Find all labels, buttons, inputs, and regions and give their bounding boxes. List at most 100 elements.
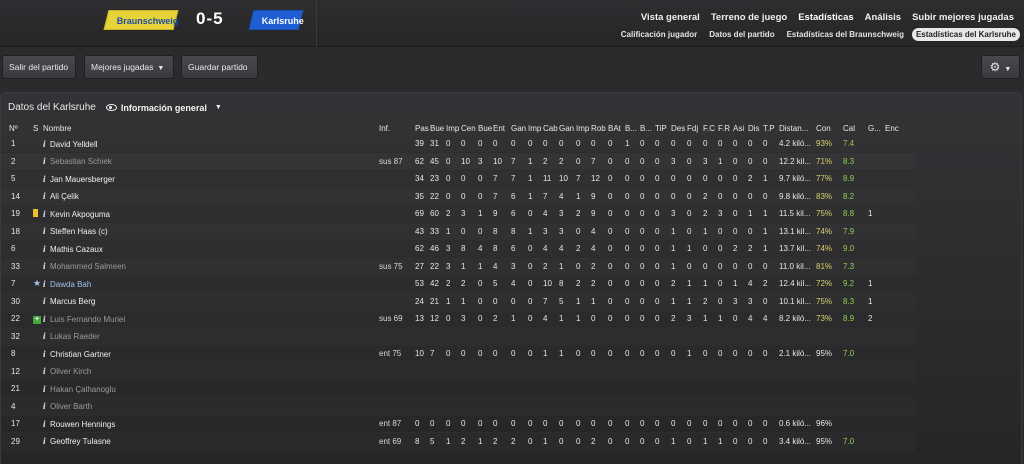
info-icon[interactable]: i (43, 279, 46, 289)
column-header[interactable]: Con (816, 121, 843, 135)
column-header[interactable]: Enc (885, 121, 915, 135)
player-name-cell[interactable]: i Oliver Kirch (43, 363, 379, 381)
column-header[interactable]: TiP (655, 121, 671, 135)
view-selector[interactable]: Información general ▼ (105, 103, 222, 113)
column-header[interactable]: B... (625, 121, 640, 135)
column-header[interactable]: Rob (591, 121, 608, 135)
settings-button[interactable]: ⚙ ▼ (981, 55, 1020, 79)
player-name-cell[interactable]: i Luis Fernando Muriel (43, 310, 379, 328)
player-name-cell[interactable]: i Oliver Barth (43, 398, 379, 416)
column-header[interactable]: G... (868, 121, 885, 135)
column-header[interactable]: Nº (1, 121, 33, 135)
info-icon[interactable]: i (43, 419, 46, 429)
table-row[interactable]: 19 i Kevin Akpoguma 69 60 2 3 1 9 6 0 4 3 2 9 0 0 0 0 3 0 2 3… (1, 205, 915, 223)
info-icon[interactable]: i (43, 209, 46, 219)
home-team-badge[interactable]: Braunschweig (103, 10, 179, 30)
column-header[interactable]: Imp (528, 121, 543, 135)
table-row[interactable]: 30 i Marcus Berg 24 21 1 1 0 0 0 0 7 5 1 1 0 0 0 0 1 1 2 0 3 3 0… (1, 293, 915, 310)
table-row[interactable]: 4 i Oliver Barth (1, 398, 915, 416)
column-header[interactable]: F.R (718, 121, 733, 135)
table-row[interactable]: 18 i Steffen Haas (c) 43 33 1 0 0 8 8 1 3 3 0 4 0 0 0 0 1 0… (1, 223, 915, 240)
column-header[interactable]: Gan (559, 121, 576, 135)
info-icon[interactable]: i (43, 139, 46, 149)
player-name[interactable]: David Yelldell (50, 140, 98, 149)
tab-terreno-de-juego[interactable]: Terreno de juego (708, 11, 790, 24)
subtab-calificacion-jugador[interactable]: Calificación jugador (617, 28, 701, 41)
column-header[interactable]: Bue (430, 121, 446, 135)
tab-analisis[interactable]: Análisis (862, 11, 904, 24)
table-row[interactable]: 8i Christian Gartner ent 75 10 7 0 0 0 0 0 0 1 1 0 0 0… (1, 345, 915, 363)
player-name[interactable]: Rouwen Hennings (50, 420, 115, 429)
column-header[interactable]: Fdj (687, 121, 703, 135)
player-name-cell[interactable]: i Geoffrey Tulasne (43, 433, 379, 451)
table-row[interactable]: 33 i Mohammed Salmeen sus 75 27 22 3 1 1 4 3 0 2 1 0 2… (1, 258, 915, 275)
column-header[interactable]: Des (671, 121, 687, 135)
best-plays-dropdown[interactable]: Mejores jugadas ▼ (84, 55, 174, 79)
column-header[interactable]: Inf. (379, 121, 415, 135)
column-header[interactable]: Nombre (43, 121, 379, 135)
table-row[interactable]: 14 i Ali Çelik 35 22 0 0 0 7 6 1 7 4 1 9 0 0 0 0 0 0 2 0 0 0 0 9.… (1, 188, 915, 206)
info-icon[interactable]: i (43, 226, 46, 236)
player-name[interactable]: Mathis Cazaux (50, 245, 103, 254)
info-icon[interactable]: i (43, 331, 46, 341)
player-name-cell[interactable]: i Kevin Akpoguma (43, 205, 379, 223)
player-name-cell[interactable]: i Lukas Raeder (43, 328, 379, 346)
player-name-cell[interactable]: i David Yelldell (43, 135, 379, 153)
info-icon[interactable]: i (43, 401, 46, 411)
player-name[interactable]: Sebastian Schiek (50, 157, 112, 166)
info-icon[interactable]: i (43, 261, 46, 271)
player-name-cell[interactable]: i Hakan Çalhanoglu (43, 380, 379, 398)
player-name[interactable]: Dawda Bah (50, 280, 91, 289)
player-name[interactable]: Steffen Haas (c) (50, 227, 108, 236)
info-icon[interactable]: i (43, 296, 46, 306)
column-header[interactable]: Ent (493, 121, 511, 135)
table-row[interactable]: 29 i Geoffrey Tulasne ent 69 8 5 1 2 1 2 2 0 1 0 0 2 0 0… (1, 433, 915, 451)
tab-vista-general[interactable]: Vista general (638, 11, 703, 24)
table-row[interactable]: 22 + i Luis Fernando Muriel sus 69 13 12 0 3 0 2 1… (1, 310, 915, 328)
column-header[interactable]: BAt (608, 121, 625, 135)
column-header[interactable]: Imp (576, 121, 591, 135)
player-name-cell[interactable]: i Rouwen Hennings (43, 415, 379, 433)
info-icon[interactable]: i (43, 244, 46, 254)
player-name[interactable]: Ali Çelik (50, 192, 79, 201)
info-icon[interactable]: i (43, 174, 46, 184)
player-name[interactable]: Jan Mauersberger (50, 175, 115, 184)
player-name-cell[interactable]: i Dawda Bah (43, 275, 379, 293)
table-row[interactable]: 7 ★ i Dawda Bah 53 42 2 2 0 5 4 0 10 8 2 2 0 0 0 0 2 1 1 0 1 4 2 1… (1, 275, 915, 293)
player-name[interactable]: Luis Fernando Muriel (50, 315, 125, 324)
info-icon[interactable]: i (43, 191, 46, 201)
column-header[interactable]: Imp (446, 121, 461, 135)
player-name[interactable]: Mohammed Salmeen (50, 262, 126, 271)
column-header[interactable]: Cal (843, 121, 868, 135)
info-icon[interactable]: i (43, 314, 46, 324)
save-match-button[interactable]: Guardar partido (181, 55, 258, 79)
column-header[interactable]: S (33, 121, 43, 135)
column-header[interactable]: Gan (511, 121, 528, 135)
player-name-cell[interactable]: i Ali Çelik (43, 188, 379, 206)
column-header[interactable]: F.C (703, 121, 718, 135)
column-header[interactable]: Asi (733, 121, 748, 135)
table-row[interactable]: 5i Jan Mauersberger 34 23 0 0 0 7 7 1 11 10 7 12 0 0 0 0… (1, 170, 915, 188)
subtab-datos-del-partido[interactable]: Datos del partido (705, 28, 778, 41)
info-icon[interactable]: i (43, 349, 46, 359)
player-name[interactable]: Lukas Raeder (50, 332, 100, 341)
tab-subir-mejores-jugadas[interactable]: Subir mejores jugadas (909, 11, 1017, 24)
column-header[interactable]: B... (640, 121, 655, 135)
info-icon[interactable]: i (43, 156, 46, 166)
table-row[interactable]: 32 i Lukas Raeder (1, 328, 915, 346)
column-header[interactable]: Cen (461, 121, 478, 135)
column-header[interactable]: Distan... (779, 121, 816, 135)
player-name[interactable]: Hakan Çalhanoglu (50, 385, 116, 394)
table-row[interactable]: 1 i David Yelldell 39 31 0 0 0 0 0 0 0 0 0 0 0 1 0 0 0 0 0 0 0… (1, 135, 915, 153)
player-name-cell[interactable]: i Christian Gartner (43, 345, 379, 363)
subtab-estadisticas-braunschweig[interactable]: Estadísticas del Braunschweig (783, 28, 908, 41)
player-name[interactable]: Marcus Berg (50, 297, 95, 306)
player-name[interactable]: Geoffrey Tulasne (50, 437, 111, 446)
info-icon[interactable]: i (43, 366, 46, 376)
table-row[interactable]: 21 i Hakan Çalhanoglu (1, 380, 915, 398)
table-row[interactable]: 12 i Oliver Kirch (1, 363, 915, 381)
subtab-estadisticas-karlsruhe[interactable]: Estadísticas del Karlsruhe (911, 28, 1020, 41)
table-row[interactable]: 2i Sebastian Schiek sus 87 62 45 0 10 3 10 7 1 2 2 0… (1, 153, 915, 170)
column-header[interactable]: Cab (543, 121, 559, 135)
table-row[interactable]: 6i Mathis Cazaux 62 46 3 8 4 8 6 0 4 4 2 4 0 0 0 0 1 1 0 0 2 2… (1, 240, 915, 258)
